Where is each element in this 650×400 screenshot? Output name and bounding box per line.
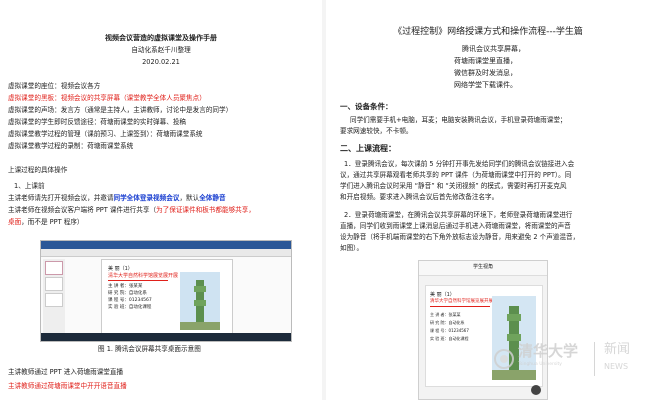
watermark-university: 清华大学 xyxy=(518,342,579,360)
left-doc-org: 自动化系赵千川整理 xyxy=(131,46,191,54)
s2p1-line3: 学们进入腾讯会议时采用 “静音” 和 “关闭视频” 的模式，需要时再打开麦克风 xyxy=(340,182,567,190)
watermark-news-cn: 新闻 xyxy=(604,342,631,357)
para2-a: 主讲老师在视频会议客户端将 PPT 课件进行共享（ xyxy=(8,206,157,214)
university-seal-icon xyxy=(494,349,514,369)
watermark-english: Tsinghua University xyxy=(518,362,562,367)
phone-header: 学生视角 xyxy=(419,261,547,276)
phone-slide-item-4: 实 验 班：自动化课程 xyxy=(430,336,469,341)
poem-line-1: 腾讯会议共享屏幕， xyxy=(462,45,525,53)
para1-b: 同学全体登录视频会议 xyxy=(113,194,180,202)
ppt-ribbon xyxy=(41,241,291,249)
ppt-toolbar xyxy=(41,249,291,257)
section1-line2: 要求网速较快，不卡顿。 xyxy=(340,127,413,135)
s2p2-line1: 2．登录荷塘雨课堂，在腾讯会议共享屏幕的环境下，老师登录荷塘雨课堂进行 xyxy=(344,211,573,219)
section1-line1: 同学们需要手机+电脑，耳麦；电脑安装腾讯会议，手机登录荷塘雨课堂； xyxy=(350,116,567,124)
s2p1-line2: 议，通过共享屏幕观看老师共享的 PPT 课件（为荷塘雨课堂中打开的 PPT）。同 xyxy=(340,171,572,179)
step1-label: 1、上课前 xyxy=(14,182,45,190)
slide-item-4: 实 验 班：自动化课程 xyxy=(108,305,152,310)
slide-line1: 美 丽（1） xyxy=(108,266,133,272)
poem-line-2: 荷塘雨课堂里直播， xyxy=(454,57,517,65)
right-document-page: 《过程控制》网络授课方式和操作流程---学生篇 腾讯会议共享屏幕， 荷塘雨课堂里… xyxy=(326,0,650,400)
line-recording: 虚拟课堂教学过程的录制：荷塘雨课堂系统 xyxy=(8,142,134,150)
flow-title: 上课过程的具体操作 xyxy=(8,166,68,174)
para3-a: 桌面 xyxy=(8,218,22,226)
s2p2-line4: 如图）。 xyxy=(340,244,364,252)
section1-title: 一、设备条件： xyxy=(340,102,393,111)
phone-header-title: 学生视角 xyxy=(472,264,493,270)
s2p2-line3: 设为静音（将手机端雨课堂的右下角外放标志设为静音，用来避免 2 个声道混音， xyxy=(340,233,580,241)
para2-b: 为了保证课件和板书都能够共享， xyxy=(156,206,255,214)
para2: 主讲老师在视频会议客户端将 PPT 课件进行共享（为了保证课件和板书都能够共享， xyxy=(8,206,255,214)
line-blackboard: 虚拟课堂的黑板：视频会议的共享屏幕（课堂教学全体人员聚焦点） xyxy=(8,94,206,102)
meeting-desktop-screenshot: 美 丽（1） 清华大学自然科学馆展览展开展 主 讲 者：张某某 研 究 院：自动… xyxy=(40,240,292,342)
para1: 主讲老师请先打开视频会议，并邀请同学全体登录视频会议，默认全体静音 xyxy=(8,194,226,202)
phone-slide-item-3: 课 程 号：01234567 xyxy=(430,328,469,333)
slide-item-2: 研 究 院：自动化系 xyxy=(108,291,147,296)
taskbar xyxy=(41,333,291,341)
s2p1-line1: 1．登录腾讯会议，每次课前 5 分钟打开事先发给同学们的腾讯会议链接进入会 xyxy=(344,160,575,168)
left-document-page: 视频会议营造的虚拟课堂及操作手册 自动化系赵千川整理 2020.02.21 虚拟… xyxy=(0,0,322,400)
slide-preview: 美 丽（1） 清华大学自然科学馆展览展开展 主 讲 者：张某某 研 究 院：自动… xyxy=(101,259,233,335)
phone-slide-line1: 美 丽（1） xyxy=(430,292,455,298)
phone-slide-item-1: 主 讲 者：张某某 xyxy=(430,312,461,317)
phone-slide-item-2: 研 究 院：自动化系 xyxy=(430,320,465,325)
para1-a: 主讲老师请先打开视频会议，并邀请 xyxy=(8,194,114,202)
line-feedback: 虚拟课堂的学生即时反馈途径：荷塘雨课堂的实时弹幕、投稿 xyxy=(8,118,187,126)
slide-item-1: 主 讲 者：张某某 xyxy=(108,284,143,289)
para3: 桌面，而不是 PPT 程序） xyxy=(8,218,84,226)
figure-caption: 图 1. 腾讯会议屏幕共享桌面示意图 xyxy=(98,345,201,353)
line-seat: 虚拟课堂的座位：视频会议各方 xyxy=(8,82,101,90)
phone-slide-line2: 清华大学自然科学馆展览展开展 xyxy=(430,299,493,304)
left-doc-date: 2020.02.21 xyxy=(142,58,180,66)
s2p1-line4: 和开启视频。要求进入腾讯会议后首先修改备注名字。 xyxy=(340,193,499,201)
left-doc-title: 视频会议营造的虚拟课堂及操作手册 xyxy=(105,34,217,42)
poem-line-3: 微信群及时发消息， xyxy=(454,69,517,77)
bottom-line-2: 主讲教师通过荷塘雨课堂中开开语音直播 xyxy=(8,382,127,390)
tower-image-icon xyxy=(180,272,220,330)
bottom-line-1: 主讲教师通过 PPT 进入荷塘雨课堂直播 xyxy=(8,368,124,376)
watermark-news-en: NEWS xyxy=(604,362,629,371)
slide-thumbnails xyxy=(43,259,65,335)
right-doc-title: 《过程控制》网络授课方式和操作流程---学生篇 xyxy=(393,27,583,37)
slide-item-3: 课 程 号：01234567 xyxy=(108,298,152,303)
s2p2-line2: 直播，同学们收到雨课堂上课消息后通过手机进入荷塘雨课堂，将雨课堂的声音 xyxy=(340,222,571,230)
slide-line2: 清华大学自然科学馆展览展开展 xyxy=(108,273,179,279)
section2-title: 二、上课流程： xyxy=(340,144,396,153)
line-sound: 虚拟课堂的声场：发言方（通常是主持人，主讲教师，讨论中是发言的同学） xyxy=(8,106,233,114)
poem-line-4: 网络学堂下载课件。 xyxy=(454,81,517,89)
para1-c: ，默认 xyxy=(179,194,200,202)
watermark: 清华大学 Tsinghua University 新闻 NEWS xyxy=(494,340,650,390)
para3-b: ，而不是 PPT 程序） xyxy=(21,218,84,226)
line-management: 虚拟课堂教学过程的管理（课前预习、上课签到）：荷塘雨课堂系统 xyxy=(8,130,203,138)
para1-d: 全体静音 xyxy=(199,194,226,202)
